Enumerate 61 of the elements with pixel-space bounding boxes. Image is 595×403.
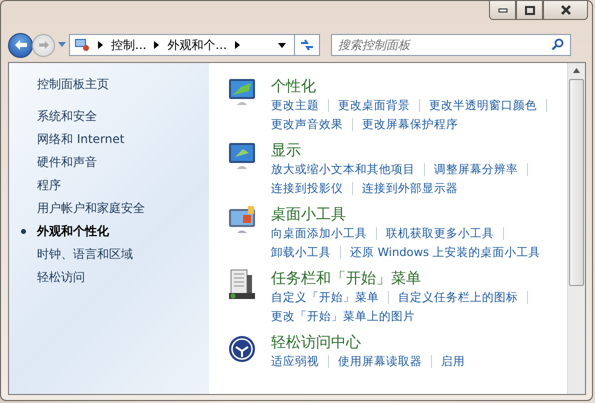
category-title[interactable]: 任务栏和「开始」菜单: [271, 269, 421, 288]
task-link[interactable]: 向桌面添加小工具: [271, 224, 367, 243]
task-link[interactable]: 连接到投影仪: [271, 179, 343, 198]
category-title[interactable]: 显示: [271, 141, 301, 160]
taskbar-icon: [227, 269, 257, 301]
category-title[interactable]: 个性化: [271, 77, 316, 96]
task-link[interactable]: 放大或缩小文本和其他项目: [271, 160, 415, 179]
maximize-icon: [524, 6, 534, 14]
search-icon: [551, 38, 564, 51]
task-link[interactable]: 调整屏幕分辨率: [434, 160, 518, 179]
dropdown-caret-icon: [278, 42, 286, 48]
address-bar[interactable]: 控制... 外观和个...: [69, 34, 295, 56]
breadcrumb[interactable]: 外观和个...: [167, 36, 227, 54]
minimize-button[interactable]: [489, 1, 516, 20]
task-link[interactable]: 更改声音效果: [271, 115, 343, 134]
task-link[interactable]: 自定义任务栏上的图标: [398, 288, 518, 307]
accessibility-icon: [227, 333, 257, 365]
sidebar-item[interactable]: 硬件和声音: [37, 154, 209, 171]
close-icon: [560, 5, 572, 15]
chevron-icon: [98, 41, 103, 49]
category-title[interactable]: 轻松访问中心: [271, 333, 361, 352]
task-link[interactable]: 自定义「开始」菜单: [271, 288, 379, 307]
sidebar-item[interactable]: 外观和个性化: [37, 223, 209, 240]
back-button[interactable]: [8, 32, 33, 58]
task-link[interactable]: 更改「开始」菜单上的图片: [271, 307, 415, 326]
scrollbar-thumb[interactable]: [569, 79, 584, 286]
task-link[interactable]: 适应弱视: [271, 352, 319, 371]
refresh-button[interactable]: [295, 34, 320, 56]
sidebar-link[interactable]: 控制面板主页: [37, 76, 209, 93]
sidebar-item[interactable]: 时钟、语言和区域: [37, 246, 209, 263]
search-field[interactable]: 搜索控制面板: [331, 34, 571, 56]
task-link[interactable]: 联机获取更多小工具: [386, 224, 494, 243]
task-link[interactable]: 更改半透明窗口颜色: [429, 96, 537, 115]
task-link[interactable]: 更改桌面背景: [338, 96, 410, 115]
back-arrow-icon: [14, 39, 28, 51]
task-link[interactable]: 启用: [441, 352, 465, 371]
maximize-button[interactable]: [516, 1, 543, 20]
forward-arrow-icon: [38, 40, 50, 50]
bullet-icon: [21, 229, 26, 234]
task-link[interactable]: 连接到外部显示器: [362, 179, 458, 198]
sidebar-item[interactable]: 用户帐户和家庭安全: [37, 200, 209, 217]
sidebar-item[interactable]: 网络和 Internet: [37, 131, 209, 148]
minimize-icon: [498, 7, 508, 13]
sidebar-item[interactable]: 轻松访问: [37, 269, 209, 286]
close-button[interactable]: [543, 1, 588, 20]
scrollbar[interactable]: [567, 63, 585, 394]
sidebar-item[interactable]: 程序: [37, 177, 209, 194]
breadcrumb[interactable]: 控制...: [111, 36, 146, 54]
task-link[interactable]: 卸载小工具: [271, 243, 331, 262]
task-link[interactable]: 更改主题: [271, 96, 319, 115]
task-link[interactable]: 更改屏幕保护程序: [362, 115, 458, 134]
control-panel-icon: [74, 38, 90, 52]
dropdown-caret-icon[interactable]: [58, 42, 66, 48]
task-link[interactable]: 还原 Windows 上安装的桌面小工具: [350, 243, 541, 262]
scroll-up-icon[interactable]: [573, 68, 580, 73]
category-title[interactable]: 桌面小工具: [271, 205, 346, 224]
sidebar-item[interactable]: 系统和安全: [37, 108, 209, 125]
chevron-icon: [234, 41, 240, 49]
refresh-arrows-icon: [299, 38, 315, 52]
task-link[interactable]: 使用屏幕读取器: [338, 352, 422, 371]
chevron-icon: [154, 41, 160, 49]
